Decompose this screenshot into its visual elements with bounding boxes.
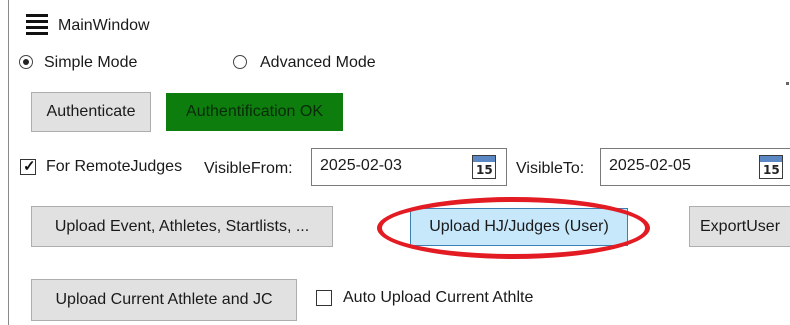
window-left-border [8,0,9,325]
remote-judges-label[interactable]: For RemoteJudges [46,158,182,176]
visible-from-label: VisibleFrom: [204,160,293,177]
auto-upload-checkbox[interactable] [316,290,332,306]
checkmark-icon: ✓ [23,158,36,175]
visible-to-label: VisibleTo: [516,160,585,177]
red-annotation-ellipse [377,197,650,259]
advanced-mode-label[interactable]: Advanced Mode [260,54,376,72]
auto-upload-label[interactable]: Auto Upload Current Athlte [343,289,533,307]
calendar-icon[interactable]: 15 [759,155,783,179]
remote-judges-checkbox[interactable]: ✓ [20,158,36,175]
window-menu-icon[interactable] [26,14,48,36]
calendar-icon[interactable]: 15 [472,155,496,179]
export-user-button[interactable]: ExportUser [689,206,790,247]
advanced-mode-radio[interactable] [233,55,247,69]
upload-current-athlete-button[interactable]: Upload Current Athlete and JC [31,279,297,321]
resize-dot [786,82,789,85]
auth-status-badge: Authentification OK [166,93,343,131]
simple-mode-radio[interactable] [19,55,33,69]
visible-to-value[interactable]: 2025-02-05 [609,157,691,175]
window-title: MainWindow [58,17,150,34]
visible-to-datepicker[interactable]: 2025-02-05 15 [600,148,790,186]
upload-event-button[interactable]: Upload Event, Athletes, Startlists, ... [31,206,333,247]
authenticate-button[interactable]: Authenticate [31,92,151,132]
visible-from-value[interactable]: 2025-02-03 [320,157,402,175]
simple-mode-label[interactable]: Simple Mode [44,54,137,72]
visible-from-datepicker[interactable]: 2025-02-03 15 [311,148,507,186]
